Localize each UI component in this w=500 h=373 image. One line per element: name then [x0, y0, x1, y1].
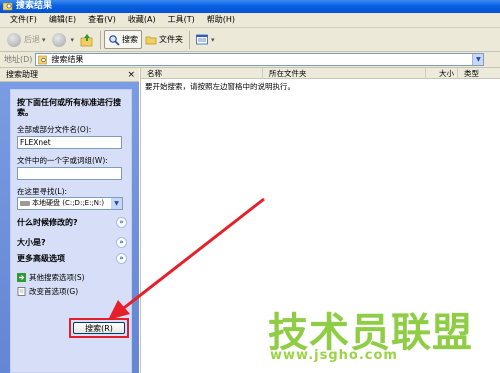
annotation-arrow-line: [119, 197, 265, 313]
annotation-arrow-head: [108, 300, 130, 320]
watermark-url: www.jsgho.com: [270, 348, 398, 363]
watermark: 技术员联盟 www.jsgho.com: [268, 300, 472, 363]
